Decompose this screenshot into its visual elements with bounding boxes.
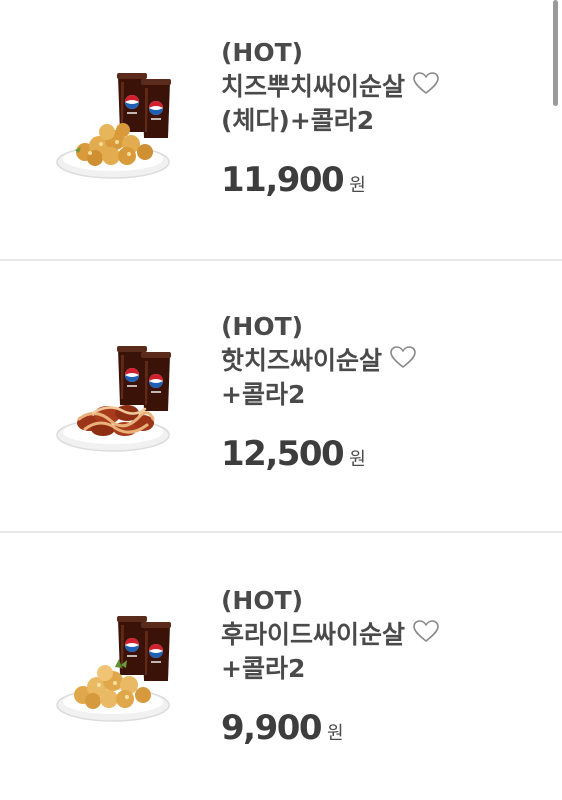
menu-item-name-row: 치즈뿌치싸이순살 (221, 70, 552, 104)
price: 9,900 (221, 708, 323, 748)
price-row: 9,900 원 (221, 708, 552, 748)
chicken-bites-with-two-colas-icon (56, 73, 171, 179)
scrollbar[interactable] (553, 0, 558, 106)
menu-item-name-suffix: (체다)+콜라2 (221, 106, 375, 135)
menu-item-tag: (HOT) (221, 38, 304, 67)
menu-item[interactable]: (HOT) 핫치즈싸이순살 +콜라2 12,500 원 (0, 261, 562, 532)
menu-item-info: (HOT) 핫치즈싸이순살 +콜라2 12,500 원 (221, 310, 552, 474)
currency-unit: 원 (349, 175, 366, 196)
menu-item-name-suffix: +콜라2 (221, 380, 306, 409)
menu-item-info: (HOT) 치즈뿌치싸이순살 (체다)+콜라2 11,900 원 (221, 36, 552, 200)
menu-list: (HOT) 치즈뿌치싸이순살 (체다)+콜라2 11,900 원 (HOT) 핫… (0, 0, 562, 800)
menu-item-name: 치즈뿌치싸이순살 (221, 72, 406, 101)
menu-item-name: 핫치즈싸이순살 (221, 346, 383, 375)
fried-chicken-with-two-colas-icon (56, 616, 171, 722)
menu-item[interactable]: (HOT) 치즈뿌치싸이순살 (체다)+콜라2 11,900 원 (0, 0, 562, 260)
price: 11,900 (221, 160, 345, 200)
price: 12,500 (221, 434, 345, 474)
heart-icon[interactable] (413, 72, 439, 96)
price-row: 11,900 원 (221, 160, 552, 200)
currency-unit: 원 (327, 723, 344, 744)
heart-icon[interactable] (390, 346, 416, 370)
menu-item-name-suffix: +콜라2 (221, 654, 306, 683)
price-row: 12,500 원 (221, 434, 552, 474)
menu-item[interactable]: (HOT) 후라이드싸이순살 +콜라2 9,900 원 (0, 533, 562, 800)
sauced-chicken-with-two-colas-icon (56, 346, 171, 452)
menu-item-name-row: 핫치즈싸이순살 (221, 344, 552, 378)
menu-item-tag: (HOT) (221, 312, 304, 341)
currency-unit: 원 (349, 449, 366, 470)
menu-item-info: (HOT) 후라이드싸이순살 +콜라2 9,900 원 (221, 584, 552, 748)
menu-item-name: 후라이드싸이순살 (221, 620, 406, 649)
menu-item-tag: (HOT) (221, 586, 304, 615)
heart-icon[interactable] (413, 620, 439, 644)
menu-item-name-row: 후라이드싸이순살 (221, 618, 552, 652)
